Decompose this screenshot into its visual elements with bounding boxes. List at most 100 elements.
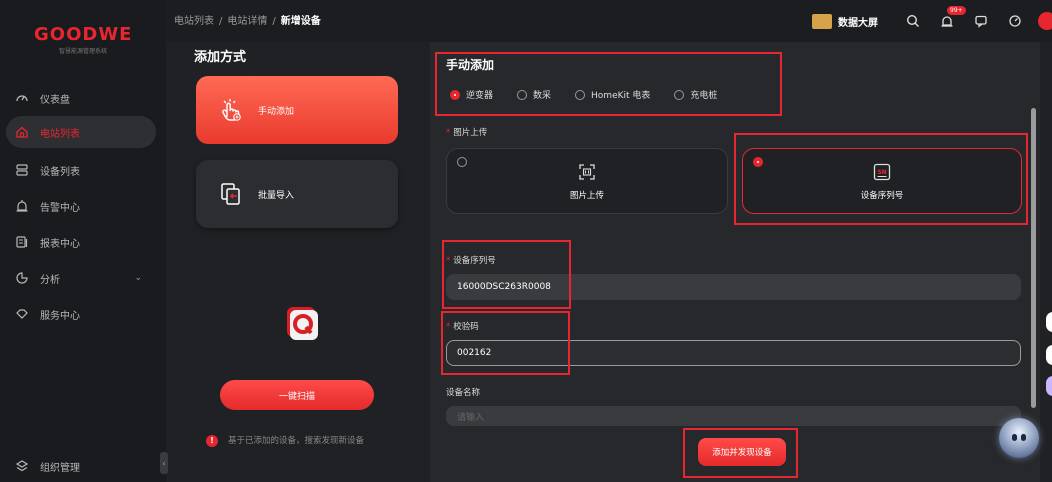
device-list-icon: [14, 162, 30, 178]
radio-label: 逆变器: [466, 91, 494, 101]
app-root: GOODWE 智慧能源管理系统 仪表盘 电站列表 设备列表 告警中心 报表中心 …: [0, 0, 1052, 482]
serial-label: * 设备序列号: [446, 256, 496, 266]
topbar-actions: 数据大屏 99+: [812, 6, 1052, 34]
form-scrollbar[interactable]: [1031, 108, 1036, 408]
sidebar-item-analysis[interactable]: 分析 ⌄: [6, 262, 156, 294]
bell-icon: [14, 198, 30, 214]
data-screen-button[interactable]: 数据大屏: [812, 13, 878, 29]
check-code-label: * 校验码: [446, 322, 479, 332]
sidebar-item-device-list[interactable]: 设备列表: [6, 154, 156, 186]
notification-badge: 99+: [947, 6, 966, 15]
serial-number-input[interactable]: 16000DSC263R0008: [446, 274, 1021, 300]
sidebar-item-report-center[interactable]: 报表中心: [6, 226, 156, 258]
sidebar-item-label: 仪表盘: [40, 94, 70, 106]
import-icon: [216, 179, 246, 209]
radio-label: 充电桩: [690, 91, 718, 101]
svg-text:SN: SN: [877, 169, 886, 176]
radio-charger[interactable]: 充电桩: [674, 88, 717, 101]
message-icon[interactable]: [969, 9, 993, 33]
device-name-input[interactable]: 请输入: [446, 406, 1021, 426]
image-scan-icon: [578, 163, 596, 181]
radio-dot: [674, 89, 685, 100]
radio-dot: [457, 157, 467, 167]
breadcrumb-separator: /: [219, 16, 223, 27]
add-and-discover-button[interactable]: 添加并发现设备: [698, 438, 786, 466]
data-screen-label: 数据大屏: [838, 17, 878, 29]
logo[interactable]: GOODWE 智慧能源管理系统: [34, 24, 132, 55]
radio-dot: [753, 157, 763, 167]
breadcrumb-current: 新增设备: [280, 16, 321, 27]
radio-label: HomeKit 电表: [591, 91, 651, 101]
one-click-scan-button[interactable]: 一键扫描: [220, 380, 374, 410]
sidebar-item-label: 报表中心: [40, 238, 80, 250]
sidebar-item-label: 电站列表: [40, 128, 80, 140]
upload-option-image[interactable]: 图片上传: [446, 148, 728, 214]
radio-label: 数采: [533, 91, 552, 101]
breadcrumb-item[interactable]: 电站详情: [227, 16, 267, 27]
manual-add-form: 手动添加 逆变器 数采 HomeKit 电表 充电桩 * 图片上传 图片上传 SN…: [430, 42, 1040, 482]
side-tool-button[interactable]: [1046, 376, 1052, 396]
radio-inverter[interactable]: 逆变器: [450, 88, 493, 101]
dashboard-icon: [14, 90, 30, 106]
chevron-down-icon[interactable]: ⌄: [134, 273, 142, 283]
upload-option-label: 设备序列号: [860, 191, 904, 201]
upload-label: * 图片上传: [446, 128, 488, 138]
report-icon: [14, 234, 30, 250]
device-name-label: 设备名称: [446, 388, 481, 398]
method-batch-import[interactable]: 批量导入: [196, 160, 398, 228]
bot-eye: [1012, 434, 1017, 441]
radio-dot: [517, 89, 528, 100]
pie-chart-icon: [14, 270, 30, 286]
side-tool-button[interactable]: [1046, 345, 1052, 365]
sidebar-item-plant-list[interactable]: 电站列表: [6, 116, 156, 148]
breadcrumb-item[interactable]: 电站列表: [174, 16, 214, 27]
radio-dot: [450, 89, 460, 100]
bot-eye: [1021, 434, 1026, 441]
add-method-title: 添加方式: [194, 50, 247, 65]
breadcrumb-separator: /: [272, 16, 276, 27]
radio-homekit-meter[interactable]: HomeKit 电表: [575, 88, 650, 101]
scan-hint-text: 基于已添加的设备，搜索发现新设备: [228, 436, 365, 446]
sidebar-item-label: 告警中心: [40, 202, 80, 214]
sidebar-item-label: 服务中心: [40, 310, 80, 322]
upload-option-label: 图片上传: [569, 191, 604, 201]
form-title: 手动添加: [446, 58, 495, 72]
dashboard-gauge-icon[interactable]: [1003, 9, 1027, 33]
sidebar-item-alarm-center[interactable]: 告警中心: [6, 190, 156, 222]
method-manual-add[interactable]: 手动添加: [196, 76, 398, 144]
notification-icon[interactable]: 99+: [935, 6, 966, 33]
search-icon[interactable]: [901, 9, 925, 33]
sidebar-item-label: 分析: [40, 274, 60, 286]
sn-icon: SN: [873, 163, 891, 181]
radio-datalogger[interactable]: 数采: [517, 88, 551, 101]
sidebar-item-label: 组织管理: [40, 462, 80, 474]
sidebar-collapse-toggle[interactable]: ‹: [160, 452, 168, 474]
radio-dot: [575, 89, 586, 100]
brand-name: GOODWE: [34, 24, 133, 45]
service-icon: [14, 306, 30, 322]
assistant-bot-icon[interactable]: [999, 418, 1039, 458]
sidebar-item-organization[interactable]: 组织管理: [6, 450, 156, 482]
warning-icon: !: [206, 435, 218, 447]
sidebar: GOODWE 智慧能源管理系统 仪表盘 电站列表 设备列表 告警中心 报表中心 …: [0, 0, 166, 482]
check-code-input[interactable]: 002162: [446, 340, 1021, 366]
upload-option-serial[interactable]: SN 设备序列号: [742, 148, 1022, 214]
scan-hint: ! 基于已添加的设备，搜索发现新设备: [206, 434, 396, 448]
topbar: 电站列表 / 电站详情 / 新增设备 数据大屏 99+: [166, 0, 1052, 42]
organization-icon: [14, 458, 30, 474]
scan-logo-icon: [284, 304, 320, 342]
sidebar-item-label: 设备列表: [40, 166, 80, 178]
device-type-radio-group: 逆变器 数采 HomeKit 电表 充电桩: [450, 88, 741, 101]
side-tool-button[interactable]: [1046, 312, 1052, 332]
sidebar-item-dashboard[interactable]: 仪表盘: [6, 82, 156, 114]
method-label: 批量导入: [258, 190, 295, 201]
brand-subtitle: 智慧能源管理系统: [58, 48, 107, 55]
folder-icon: [812, 13, 832, 29]
hand-pointer-icon: [216, 95, 246, 125]
avatar[interactable]: [1038, 12, 1052, 30]
method-label: 手动添加: [258, 106, 295, 117]
sidebar-item-service-center[interactable]: 服务中心: [6, 298, 156, 330]
home-icon: [14, 124, 30, 140]
add-method-panel: 添加方式 手动添加 批量导入 一键扫描 ! 基于已添加的设备，搜索发现新设备: [176, 42, 418, 482]
breadcrumb: 电站列表 / 电站详情 / 新增设备: [174, 12, 321, 27]
